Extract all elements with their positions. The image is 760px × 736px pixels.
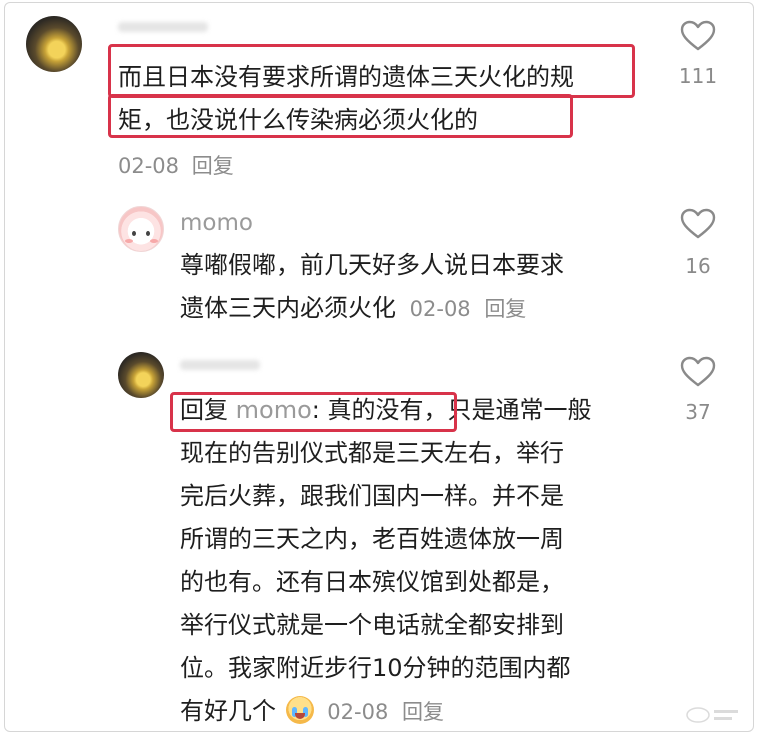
comment-line-1: 尊嘟假嘟，前几天好多人说日本要求 bbox=[180, 251, 564, 279]
author-name-blurred[interactable] bbox=[180, 360, 260, 370]
reply-button[interactable]: 回复 bbox=[402, 700, 444, 724]
comment-line-6: 举行仪式就是一个电话就全都安排到 bbox=[180, 611, 564, 639]
cute-face-avatar-icon[interactable] bbox=[118, 206, 164, 252]
like-count: 37 bbox=[685, 400, 711, 424]
reply-button[interactable]: 回复 bbox=[484, 297, 526, 321]
like-heart-icon[interactable] bbox=[680, 20, 716, 52]
comment-date: 02-08 bbox=[118, 154, 180, 178]
like-heart-icon[interactable] bbox=[680, 356, 716, 388]
like-count: 16 bbox=[685, 254, 711, 278]
comment-line-3: 完后火葬，跟我们国内一样。并不是 bbox=[180, 482, 564, 510]
highlight-box bbox=[108, 44, 635, 98]
crying-face-emoji-icon bbox=[285, 696, 314, 724]
comment-line-5: 的也有。还有日本殡仪馆到处都是， bbox=[180, 568, 564, 596]
highlight-box bbox=[108, 94, 573, 138]
comment-text: 有好几个 bbox=[180, 697, 276, 725]
comment-date: 02-08 bbox=[327, 700, 389, 724]
comment-date: 02-08 bbox=[409, 297, 471, 321]
comment-text: 遗体三天内必须火化 bbox=[180, 294, 396, 322]
watermark-icon bbox=[686, 707, 738, 723]
author-name[interactable]: momo bbox=[180, 210, 253, 236]
comment-meta: 02-08 回复 bbox=[118, 150, 234, 180]
like-count: 111 bbox=[678, 64, 718, 88]
reply-button[interactable]: 回复 bbox=[192, 154, 234, 178]
comment-line-8: 有好几个 02-08 回复 bbox=[180, 690, 444, 734]
comment-line-4: 所谓的三天之内，老百姓遗体放一周 bbox=[180, 525, 564, 553]
flower-avatar-icon[interactable] bbox=[26, 16, 82, 72]
flower-avatar-icon[interactable] bbox=[118, 352, 164, 398]
like-heart-icon[interactable] bbox=[680, 208, 716, 240]
comment-line-7: 位。我家附近步行10分钟的范围内都 bbox=[180, 654, 571, 682]
comment-line-2: 现在的告别仪式都是三天左右，举行 bbox=[180, 439, 564, 467]
author-name-blurred[interactable] bbox=[118, 22, 208, 32]
comment-line-2: 遗体三天内必须火化 02-08 回复 bbox=[180, 287, 526, 331]
highlight-box bbox=[170, 392, 457, 432]
